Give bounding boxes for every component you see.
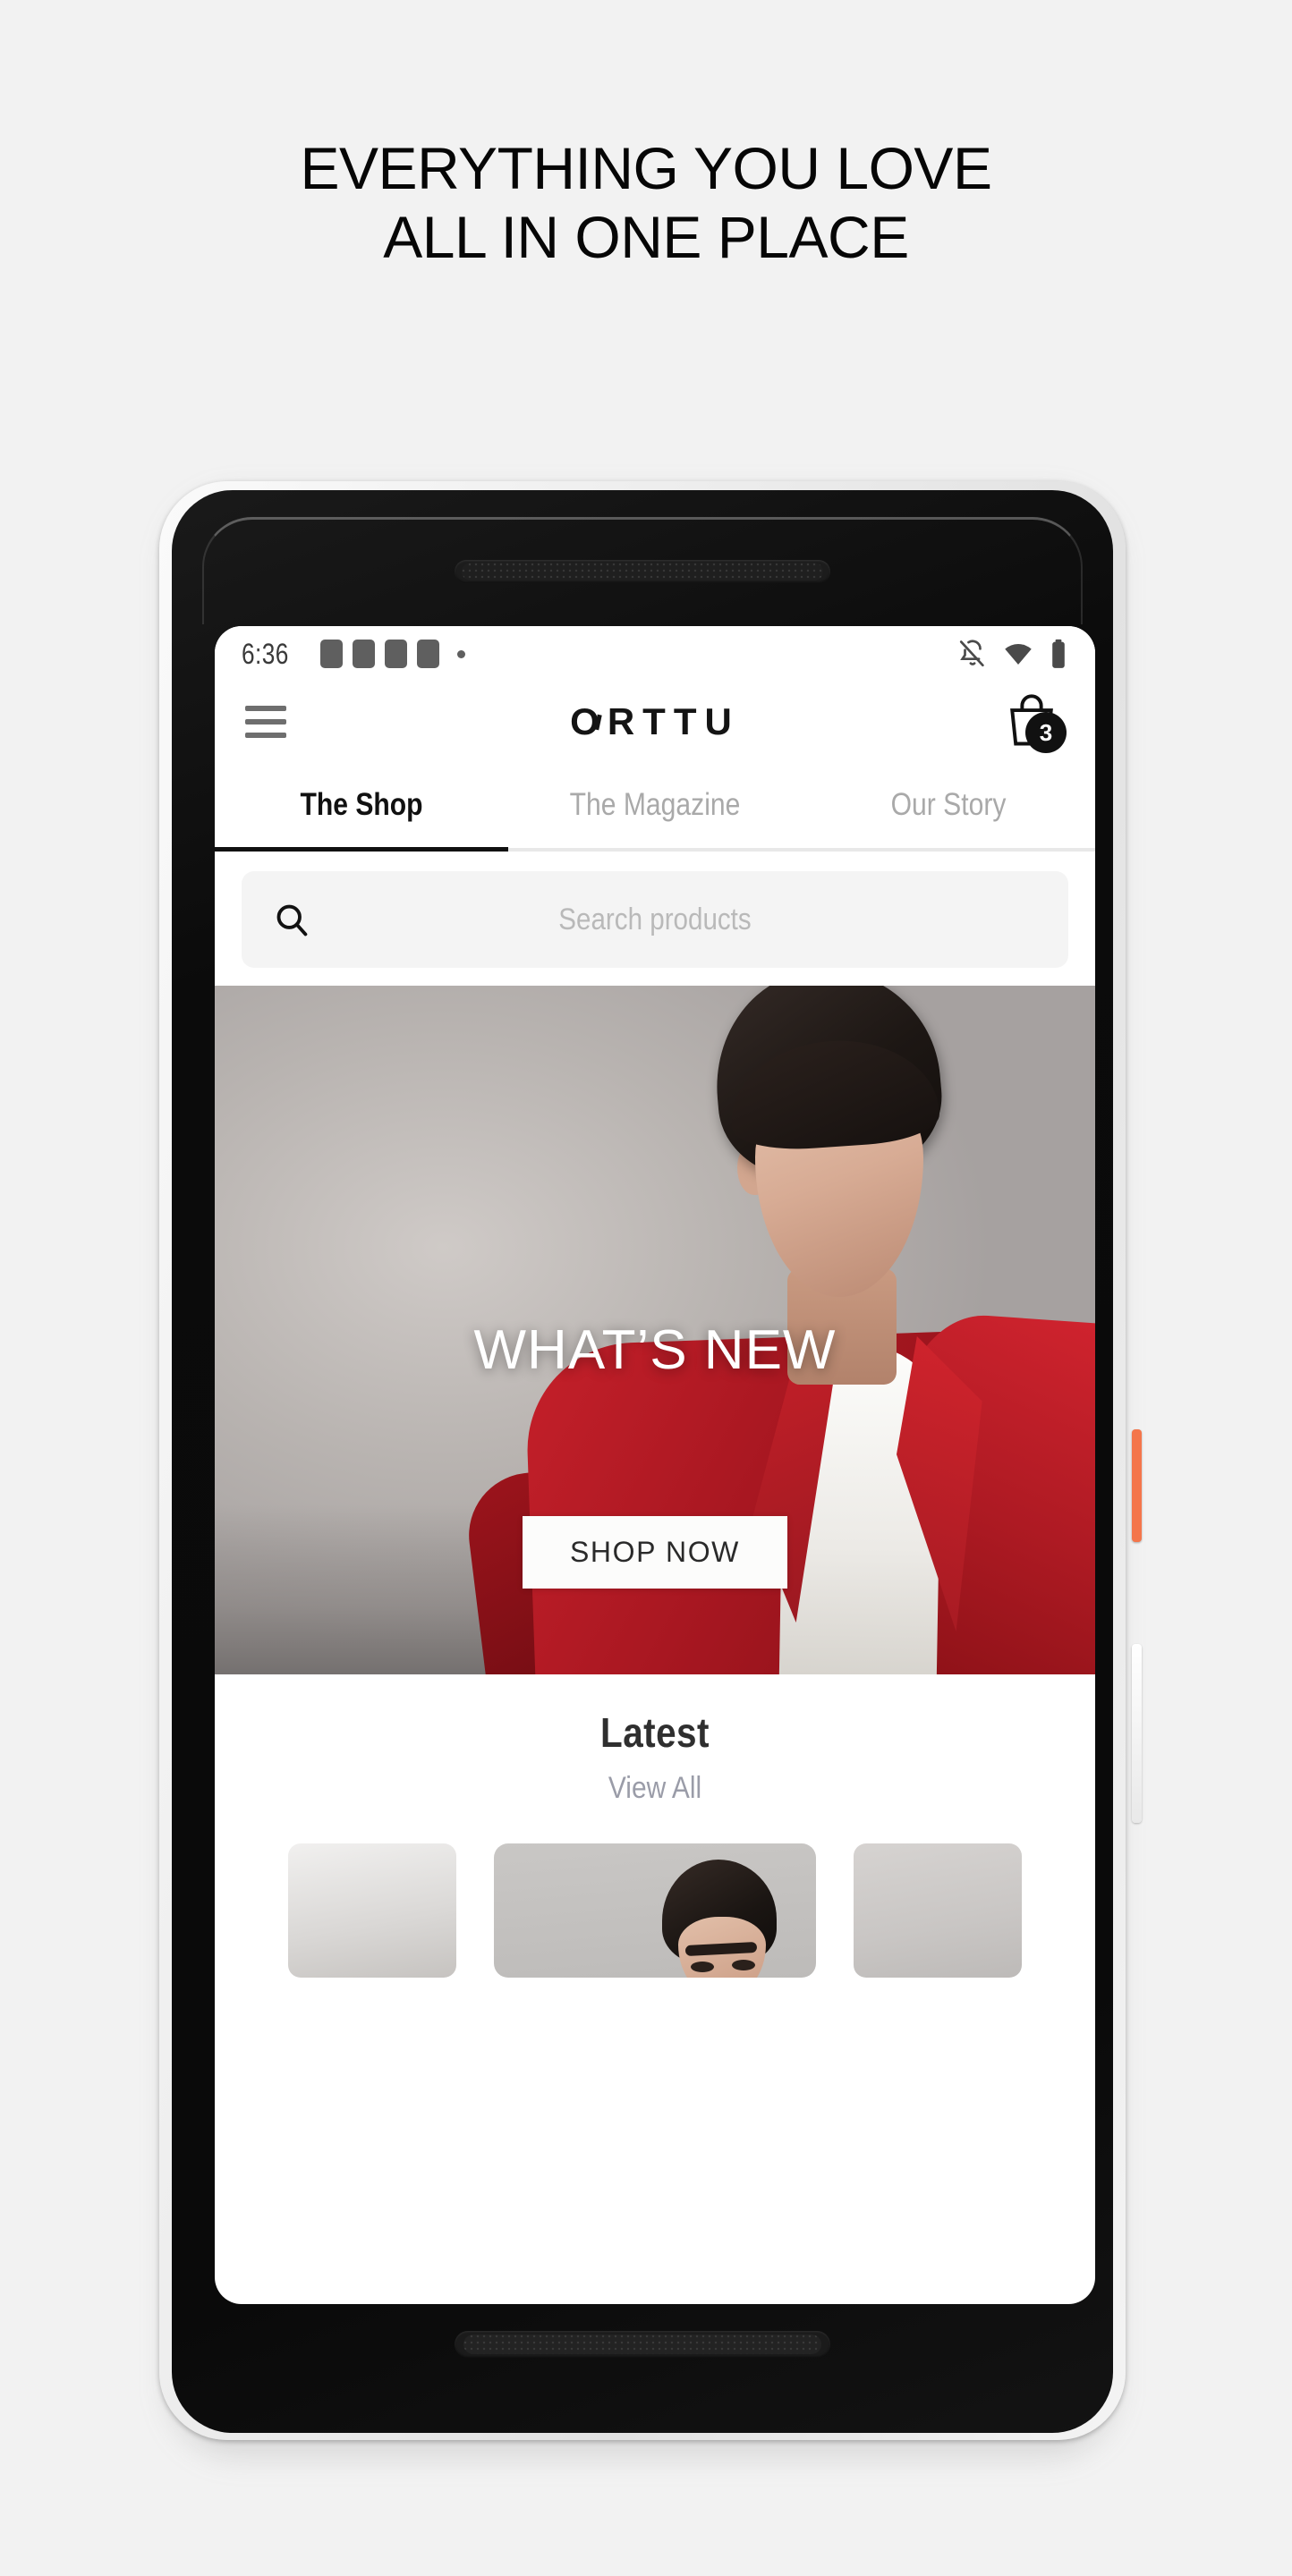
hero-banner[interactable]: WHAT’S NEW SHOP NOW	[215, 986, 1095, 1674]
tab-bar: The Shop The Magazine Our Story	[215, 762, 1095, 848]
shop-now-button[interactable]: SHOP NOW	[523, 1516, 787, 1589]
view-all-link[interactable]: View All	[268, 1771, 1042, 1806]
cart-badge: 3	[1025, 712, 1067, 753]
page-title: EVERYTHING YOU LOVE ALL IN ONE PLACE	[0, 134, 1292, 272]
search-section: Search products	[215, 852, 1095, 986]
search-input[interactable]: Search products	[242, 871, 1068, 968]
status-bar-time: 6:36	[242, 637, 289, 670]
phone-screen: 6:36 O RTTU 3 The Shop The Magazine Our …	[215, 626, 1095, 2304]
product-model-eye-left	[691, 1962, 714, 1972]
notification-square-icon	[417, 640, 440, 668]
latest-title: Latest	[600, 1709, 710, 1756]
brand-logo-prefix: O	[570, 700, 608, 742]
tab-underline-inactive	[508, 848, 802, 852]
cart-button[interactable]: 3	[999, 689, 1067, 755]
earpiece-speaker	[455, 560, 830, 583]
bell-off-icon	[957, 639, 988, 669]
tab-the-magazine[interactable]: The Magazine	[529, 762, 781, 848]
app-header: O RTTU 3	[215, 682, 1095, 762]
notification-dot-icon	[457, 649, 466, 658]
notification-square-icon	[385, 640, 408, 668]
product-model-eye-right	[732, 1960, 755, 1970]
search-icon	[272, 900, 311, 939]
phone-mockup: 6:36 O RTTU 3 The Shop The Magazine Our …	[159, 481, 1142, 2467]
notification-square-icon	[353, 640, 376, 668]
power-button[interactable]	[1132, 1429, 1142, 1542]
status-bar-notification-icons	[320, 640, 466, 668]
tab-underline-inactive	[802, 848, 1095, 852]
product-card-left[interactable]	[288, 1843, 456, 1978]
tab-our-story[interactable]: Our Story	[822, 762, 1075, 848]
status-bar: 6:36	[215, 626, 1095, 682]
tab-underline	[215, 847, 1095, 852]
search-placeholder: Search products	[558, 902, 752, 936]
latest-carousel[interactable]	[215, 1843, 1095, 1987]
tab-the-shop[interactable]: The Shop	[235, 762, 488, 848]
headline-line-1: EVERYTHING YOU LOVE	[300, 135, 992, 201]
bottom-speaker	[455, 2331, 830, 2358]
brand-logo-suffix: RTTU	[607, 700, 740, 742]
hero-title: WHAT’S NEW	[473, 1319, 837, 1381]
latest-section: Latest View All	[215, 1674, 1095, 1987]
phone-body: 6:36 O RTTU 3 The Shop The Magazine Our …	[172, 490, 1113, 2433]
product-card-right[interactable]	[854, 1843, 1022, 1978]
battery-icon	[1049, 639, 1068, 669]
page-root: EVERYTHING YOU LOVE ALL IN ONE PLACE 6:3…	[0, 0, 1292, 2576]
status-bar-system-icons	[957, 639, 1068, 669]
volume-rocker[interactable]	[1132, 1644, 1142, 1823]
brand-logo[interactable]: O RTTU	[215, 700, 1095, 743]
notification-square-icon	[320, 640, 344, 668]
wifi-icon	[1003, 639, 1033, 669]
headline-line-2: ALL IN ONE PLACE	[383, 204, 909, 271]
product-card-center[interactable]	[494, 1843, 816, 1978]
